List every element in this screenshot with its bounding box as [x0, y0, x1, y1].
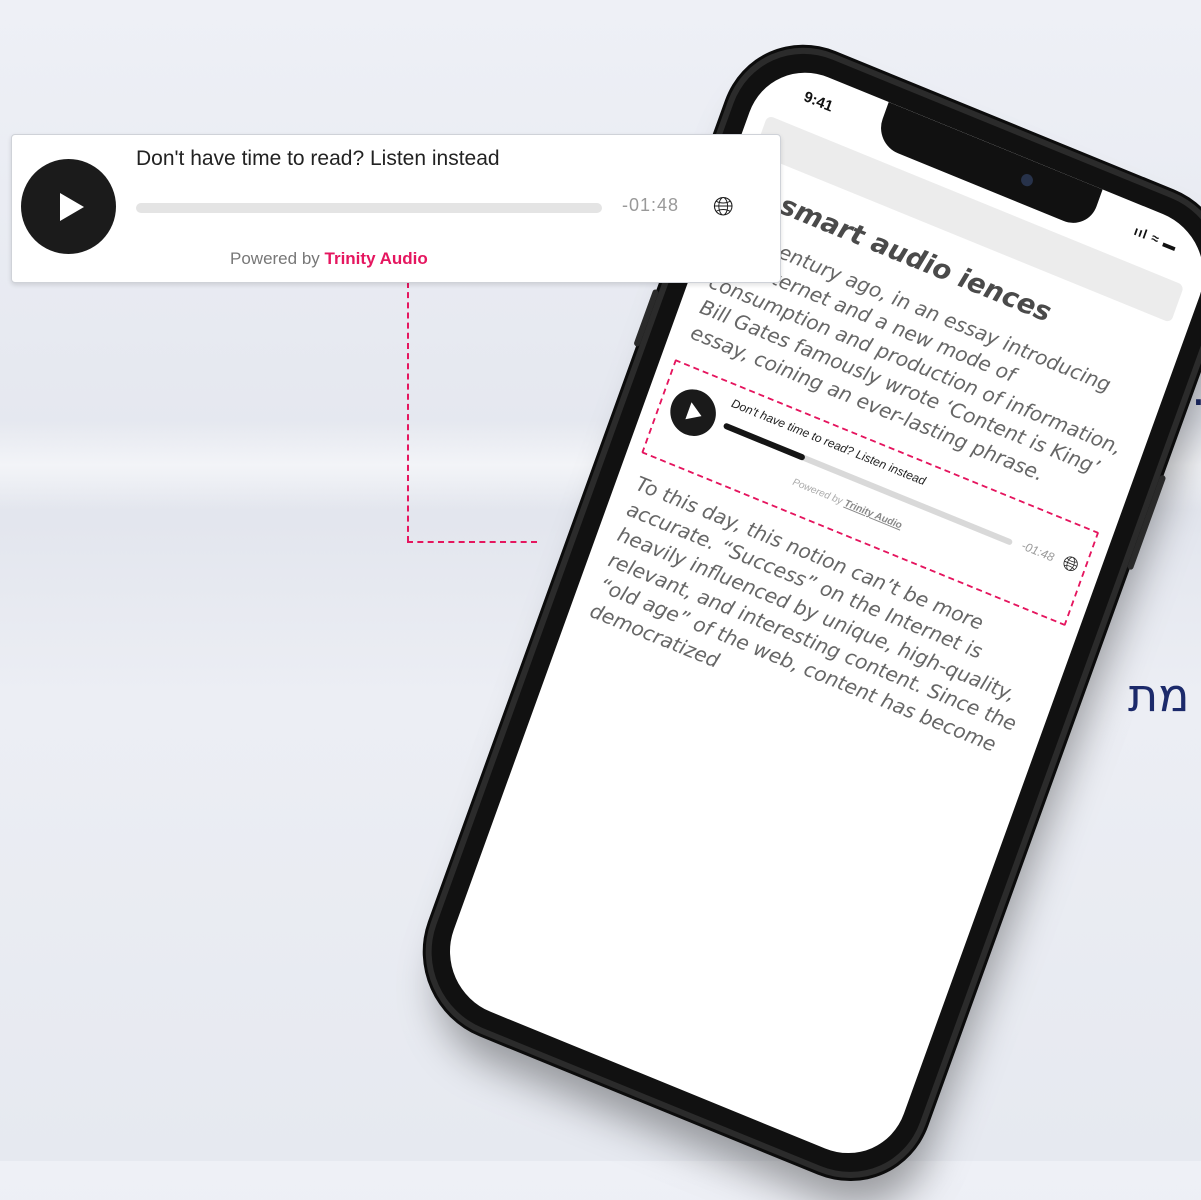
globe-icon[interactable]: 🌐︎	[1059, 551, 1081, 579]
connector-line	[407, 282, 409, 542]
signal-wifi-battery-icon: ııl ≈ ▬	[1132, 222, 1180, 255]
powered-by: Powered by Trinity Audio	[791, 477, 903, 532]
audio-player-widget: Don't have time to read? Listen instead …	[11, 134, 781, 283]
power-button	[1126, 474, 1167, 571]
play-button[interactable]	[663, 382, 723, 444]
play-button[interactable]	[21, 159, 116, 254]
remaining-time: -01:48	[622, 195, 680, 215]
progress-bar[interactable]	[136, 203, 602, 213]
trinity-audio-link[interactable]: Trinity Audio	[843, 498, 904, 532]
connector-line	[407, 541, 537, 543]
powered-by-label: Powered by	[791, 476, 844, 508]
status-time: 9:41	[801, 88, 836, 116]
globe-icon[interactable]: 🌐︎	[713, 191, 734, 223]
powered-by-label: Powered by	[230, 249, 320, 268]
trinity-audio-link[interactable]: Trinity Audio	[325, 249, 428, 268]
volume-button	[633, 288, 660, 348]
remaining-time: -01:48	[1019, 538, 1057, 565]
player-title: Don't have time to read? Listen instead	[136, 147, 500, 170]
camera-icon	[1019, 172, 1035, 189]
powered-by: Powered by Trinity Audio	[230, 249, 428, 269]
